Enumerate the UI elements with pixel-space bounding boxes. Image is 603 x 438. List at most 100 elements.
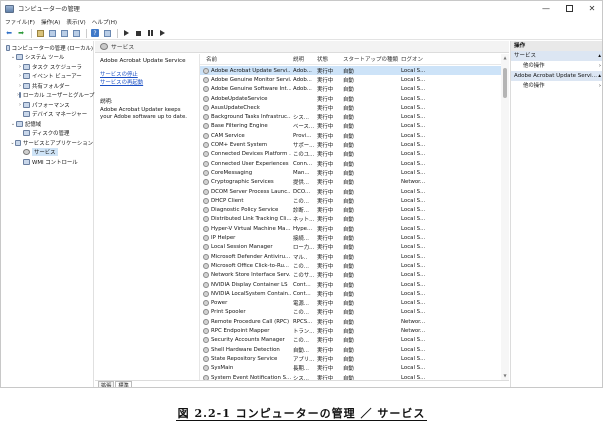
tab-standard[interactable]: 標準 bbox=[115, 381, 132, 387]
service-row[interactable]: Shell Hardware Detection 自動... 実行中 自動 Local … bbox=[200, 345, 502, 354]
service-row[interactable]: Background Tasks Infrastruc... シス... 実行中 自動… bbox=[200, 113, 502, 122]
service-row[interactable]: Base Filtering Engine ベース... 実行中 自動 Local S.… bbox=[200, 122, 502, 131]
collapse-arrow-icon: ▴ bbox=[598, 53, 601, 59]
service-row[interactable]: Network Store Interface Serv... このサ... 実行中… bbox=[200, 271, 502, 280]
properties-button[interactable] bbox=[102, 28, 112, 38]
tree-item[interactable]: › パフォーマンス bbox=[1, 100, 93, 110]
tree-item[interactable]: ディスクの管理 bbox=[1, 129, 93, 139]
up-folder-button[interactable] bbox=[35, 28, 45, 38]
column-header-logon[interactable]: ログオン bbox=[399, 55, 429, 63]
service-row[interactable]: Distributed Link Tracking Cli... ネット... 実行… bbox=[200, 215, 502, 224]
tree-item[interactable]: › 共有フォルダー bbox=[1, 81, 93, 91]
service-row[interactable]: Adobe Genuine Monitor Servi... Adob... 実行中… bbox=[200, 75, 502, 84]
column-header-description[interactable]: 説明 bbox=[291, 55, 315, 63]
scroll-thumb[interactable] bbox=[503, 68, 507, 98]
service-row[interactable]: Hyper-V Virtual Machine Ma... Hype... 実行中 自… bbox=[200, 224, 502, 233]
service-gear-icon bbox=[200, 95, 209, 102]
service-row[interactable]: Connected Devices Platform ... このユ... 実行中 自… bbox=[200, 150, 502, 159]
service-list-scrollbar[interactable]: ▲ ▼ bbox=[501, 54, 509, 380]
service-row[interactable]: Adobe Genuine Software Int... Adob... 実行中 自… bbox=[200, 85, 502, 94]
service-status: 実行中 bbox=[317, 254, 334, 261]
service-row[interactable]: AdobeUpdateService 実行中 自動 Local S... bbox=[200, 94, 502, 103]
column-header-status[interactable]: 状態 bbox=[315, 55, 341, 63]
tree-item[interactable]: › イベント ビューアー bbox=[1, 72, 93, 82]
service-row[interactable]: CAM Service Provi... 実行中 自動 Local S... bbox=[200, 131, 502, 140]
actions-section-services[interactable]: サービス ▴ bbox=[511, 51, 602, 61]
service-row[interactable]: Adobe Acrobat Update Servi... Adob... 実行中 自… bbox=[200, 66, 502, 76]
back-button[interactable]: ⬅ bbox=[4, 28, 14, 38]
forward-button[interactable]: ➡ bbox=[16, 28, 26, 38]
tree-item-label: ディスクの管理 bbox=[32, 131, 70, 138]
start-service-button[interactable] bbox=[121, 28, 131, 38]
service-row[interactable]: NVIDIA Display Container LS Cont... 実行中 自動 L… bbox=[200, 280, 502, 289]
close-button[interactable]: ✕ bbox=[581, 1, 602, 16]
scroll-up-icon[interactable]: ▲ bbox=[502, 55, 508, 61]
service-logon: Local S... bbox=[401, 309, 426, 316]
refresh-button[interactable] bbox=[59, 28, 69, 38]
menu-help[interactable]: ヘルプ(H) bbox=[92, 18, 117, 26]
tree-item[interactable]: ⌄ システム ツール bbox=[1, 53, 93, 63]
service-row[interactable]: AsusUpdateCheck 実行中 自動 Local S... bbox=[200, 103, 502, 112]
service-row[interactable]: Cryptographic Services 提供... 実行中 自動 Networ..… bbox=[200, 178, 502, 187]
service-logon: Local S... bbox=[401, 114, 426, 121]
tree-item[interactable]: コンピューターの管理 (ローカル) bbox=[1, 43, 93, 53]
tree-item-label: ローカル ユーザーとグループ bbox=[23, 93, 95, 100]
tree-item-label: デバイス マネージャー bbox=[32, 112, 88, 119]
tree-item[interactable]: › ローカル ユーザーとグループ bbox=[1, 91, 95, 101]
service-name: Power bbox=[211, 300, 228, 307]
actions-more-selected[interactable]: 他の操作 › bbox=[511, 81, 602, 91]
tab-extended[interactable]: 拡張 bbox=[98, 381, 115, 387]
column-header-startup-type[interactable]: スタートアップの種類 bbox=[341, 55, 399, 63]
service-status: 実行中 bbox=[317, 338, 334, 345]
service-row[interactable]: NVIDIA LocalSystem Contain... Cont... 実行中 自… bbox=[200, 289, 502, 298]
menu-action[interactable]: 操作(A) bbox=[41, 18, 60, 26]
minimize-button[interactable]: — bbox=[535, 1, 557, 16]
menu-file[interactable]: ファイル(F) bbox=[5, 18, 35, 26]
service-row[interactable]: CoreMessaging Man... 実行中 自動 Local S... bbox=[200, 168, 502, 177]
actions-section-selected-service[interactable]: Adobe Acrobat Update Servi... ▴ bbox=[511, 71, 602, 81]
export-button[interactable] bbox=[71, 28, 81, 38]
tree-item[interactable]: デバイス マネージャー bbox=[1, 110, 93, 120]
tree-item[interactable]: WMI コントロール bbox=[1, 157, 93, 167]
tree-item[interactable]: サービス bbox=[1, 148, 93, 158]
stop-service-button[interactable] bbox=[133, 28, 143, 38]
service-row[interactable]: DHCP Client この... 実行中 自動 Local S... bbox=[200, 196, 502, 205]
column-header-name[interactable]: 名前 bbox=[200, 55, 291, 63]
service-row[interactable]: State Repository Service アプリ... 実行中 自動 Local… bbox=[200, 354, 502, 363]
tree-item[interactable]: ⌄ サービスとアプリケーション bbox=[1, 138, 93, 148]
service-row[interactable]: SysMain 長期... 実行中 自動 Local S... bbox=[200, 364, 502, 373]
stop-service-link[interactable]: サービスの停止 bbox=[100, 71, 193, 79]
service-gear-icon bbox=[200, 235, 209, 242]
restart-service-link[interactable]: サービスの再起動 bbox=[100, 79, 193, 87]
service-name: Remote Procedure Call (RPC) bbox=[211, 318, 290, 325]
service-row[interactable]: System Event Notification S... シス... 実行中 自動… bbox=[200, 373, 502, 380]
menu-view[interactable]: 表示(V) bbox=[66, 18, 85, 26]
service-logon: Local S... bbox=[401, 76, 426, 83]
service-row[interactable]: Diagnostic Policy Service 診断... 実行中 自動 Local… bbox=[200, 206, 502, 215]
service-row[interactable]: Power 電源... 実行中 自動 Local S... bbox=[200, 299, 502, 308]
service-row[interactable]: Print Spooler この... 実行中 自動 Local S... bbox=[200, 308, 502, 317]
restart-service-button[interactable] bbox=[157, 28, 167, 38]
show-tree-button[interactable] bbox=[47, 28, 57, 38]
service-row[interactable]: Connected User Experiences ... Conn... 実行中… bbox=[200, 159, 502, 168]
service-row[interactable]: Remote Procedure Call (RPC) RPCS... 実行中 自動 N… bbox=[200, 317, 502, 326]
service-row[interactable]: Microsoft Defender Antiviru... マル.. 実行中 自動 L… bbox=[200, 252, 502, 261]
actions-more-services[interactable]: 他の操作 › bbox=[511, 61, 602, 71]
service-row[interactable]: Microsoft Office Click-to-Ru... この... 実行中 自… bbox=[200, 261, 502, 270]
service-row[interactable]: COM+ Event System サポー... 実行中 自動 Local S... bbox=[200, 140, 502, 149]
service-row[interactable]: Security Accounts Manager この... 実行中 自動 Local… bbox=[200, 336, 502, 345]
tree-item[interactable]: ⌄ 記憶域 bbox=[1, 119, 93, 129]
service-gear-icon bbox=[200, 132, 209, 139]
maximize-button[interactable] bbox=[558, 1, 580, 16]
tree-item[interactable]: › タスク スケジューラ bbox=[1, 62, 93, 72]
scroll-down-icon[interactable]: ▼ bbox=[502, 373, 508, 379]
service-startup-type: 自動 bbox=[343, 282, 354, 289]
service-row[interactable]: Local Session Manager ロー力... 実行中 自動 Local S.… bbox=[200, 243, 502, 252]
pause-service-button[interactable] bbox=[145, 28, 155, 38]
help-icon: ? bbox=[91, 29, 99, 37]
help-button[interactable]: ? bbox=[90, 28, 100, 38]
service-row[interactable]: RPC Endpoint Mapper トラン... 実行中 自動 Networ... bbox=[200, 326, 502, 335]
service-row[interactable]: DCOM Server Process Launc... DCO... 実行中 自動 L… bbox=[200, 187, 502, 196]
service-row[interactable]: IP Helper 接続... 実行中 自動 Local S... bbox=[200, 233, 502, 242]
service-startup-type: 自動 bbox=[343, 170, 354, 177]
